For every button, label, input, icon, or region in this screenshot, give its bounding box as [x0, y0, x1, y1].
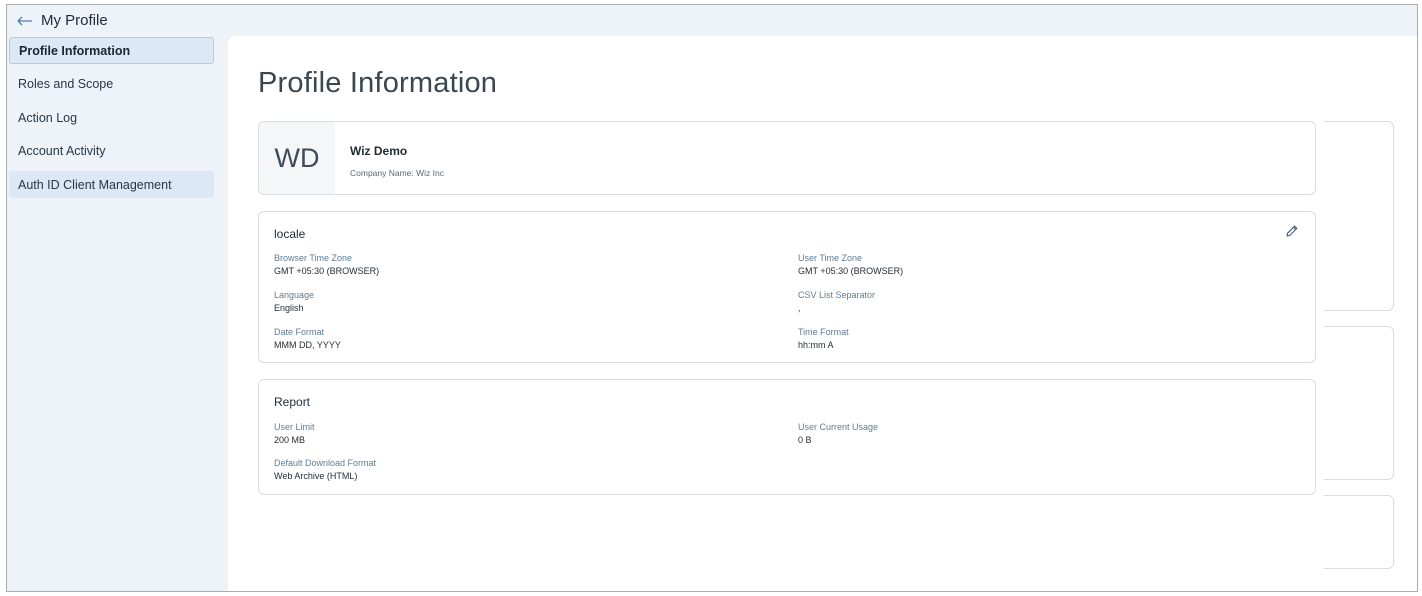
field-label: Time Format [798, 327, 849, 337]
sidebar-item-action-log[interactable]: Action Log [9, 104, 214, 131]
profile-card: WD Wiz Demo Company Name: Wiz Inc [258, 121, 1316, 195]
field-value: Web Archive (HTML) [274, 471, 358, 481]
page-title: Profile Information [258, 67, 498, 99]
field-user-time-zone: User Time Zone GMT +05:30 (BROWSER) [798, 253, 903, 276]
report-card: Report User Limit 200 MB User Current Us… [258, 379, 1316, 495]
field-csv-list-separator: CSV List Separator , [798, 290, 875, 313]
side-panel-card [1324, 326, 1394, 480]
field-value: GMT +05:30 (BROWSER) [798, 266, 904, 276]
back-arrow-icon[interactable] [17, 14, 33, 28]
sidebar-item-account-activity[interactable]: Account Activity [9, 137, 214, 164]
app-window: My Profile Profile Information Roles and… [6, 4, 1418, 592]
field-user-limit: User Limit 200 MB [274, 422, 315, 445]
profile-name: Wiz Demo [350, 144, 408, 158]
sidebar: Profile Information Roles and Scope Acti… [7, 36, 227, 591]
field-label: User Time Zone [798, 253, 863, 263]
field-value: MMM DD, YYYY [274, 340, 341, 350]
side-panel-card [1324, 495, 1394, 569]
main-content: Profile Information WD Wiz Demo Company … [228, 36, 1417, 591]
field-value: GMT +05:30 (BROWSER) [274, 266, 380, 276]
top-bar: My Profile [7, 5, 1417, 36]
field-value: 0 B [798, 435, 812, 445]
field-label: CSV List Separator [798, 290, 876, 300]
field-date-format: Date Format MMM DD, YYYY [274, 327, 341, 350]
field-language: Language English [274, 290, 314, 313]
profile-company: Company Name: Wiz Inc [350, 168, 444, 178]
field-value: English [274, 303, 304, 313]
field-time-format: Time Format hh:mm A [798, 327, 849, 350]
field-browser-time-zone: Browser Time Zone GMT +05:30 (BROWSER) [274, 253, 379, 276]
field-label: User Limit [274, 422, 315, 432]
pencil-icon[interactable] [1285, 224, 1299, 238]
field-label: User Current Usage [798, 422, 879, 432]
sidebar-item-roles-and-scope[interactable]: Roles and Scope [9, 70, 214, 97]
field-value: , [798, 303, 801, 313]
locale-title: locale [274, 227, 306, 241]
sidebar-item-profile-information[interactable]: Profile Information [9, 37, 214, 64]
locale-card: locale Browser Time Zone GMT +05:30 (BRO… [258, 211, 1316, 363]
page-header-title: My Profile [41, 12, 108, 29]
avatar: WD [259, 122, 335, 194]
field-value: 200 MB [274, 435, 306, 445]
sidebar-item-auth-id-client-management[interactable]: Auth ID Client Management [9, 171, 214, 198]
field-label: Language [274, 290, 315, 300]
side-panel-card [1324, 121, 1394, 311]
field-user-current-usage: User Current Usage 0 B [798, 422, 878, 445]
field-default-download-format: Default Download Format Web Archive (HTM… [274, 458, 376, 481]
field-label: Date Format [274, 327, 325, 337]
report-title: Report [274, 395, 311, 409]
field-label: Browser Time Zone [274, 253, 353, 263]
field-value: hh:mm A [798, 340, 834, 350]
field-label: Default Download Format [274, 458, 377, 468]
